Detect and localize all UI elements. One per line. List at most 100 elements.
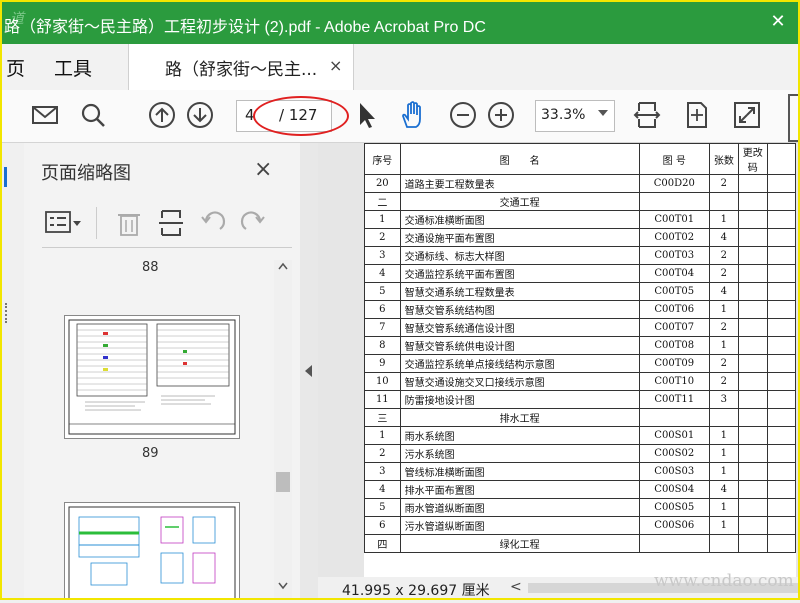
thumbnail-scrollbar[interactable] [274, 260, 292, 598]
cell-revision [737, 282, 768, 301]
cell-code: C00T01 [638, 210, 710, 229]
cell-revision [737, 444, 768, 463]
cell-name: 雨水管道纵断面图 [399, 498, 640, 517]
page-dimensions: 41.995 x 29.697 厘米 [342, 583, 490, 599]
pdf-page: 序号 图 名 图 号 张数 更改码 20 道路主要工程数量表 C00D20 2 二交通工… [364, 143, 797, 577]
cell-revision [737, 408, 768, 427]
cell-sheets [708, 408, 739, 427]
fit-page-icon[interactable] [682, 100, 712, 130]
cell-code: C00T11 [638, 390, 710, 409]
trash-icon[interactable] [114, 209, 144, 237]
cell-sheets: 2 [708, 246, 739, 265]
toolbar: 4 / 127 33.3% [2, 90, 800, 143]
cell-code: C00T02 [638, 228, 710, 247]
cell-blank [766, 246, 797, 265]
cell-sheets: 2 [708, 318, 739, 337]
menu-item-tools[interactable]: 工具 [54, 54, 92, 81]
active-nav-indicator [4, 167, 7, 187]
document-tab-close-button[interactable]: × [329, 56, 342, 75]
cell-sheets: 1 [708, 498, 739, 517]
cell-sheets: 1 [708, 210, 739, 229]
cell-name: 交通标线、标志大样图 [399, 246, 640, 265]
scrollbar-thumb[interactable] [276, 472, 290, 492]
cell-seq: 2 [364, 444, 401, 463]
close-window-button[interactable]: ✕ [764, 8, 792, 36]
navigation-strip [2, 143, 25, 598]
rotate-left-icon[interactable] [198, 209, 228, 237]
chevron-down-icon [598, 110, 608, 116]
cell-name: 智慧交管系统结构图 [399, 300, 640, 319]
thumbnail-label-89: 89 [142, 446, 159, 461]
hand-tool-icon[interactable] [398, 100, 428, 130]
cell-revision [737, 228, 768, 247]
zoom-out-icon[interactable] [448, 100, 478, 130]
cell-blank [766, 318, 797, 337]
page-up-icon[interactable] [147, 100, 177, 130]
scroll-down-icon[interactable] [278, 582, 288, 590]
cell-seq: 2 [364, 228, 401, 247]
cell-revision [737, 318, 768, 337]
full-screen-icon[interactable] [732, 100, 762, 130]
page-thumbnail-89[interactable] [64, 315, 240, 439]
document-view[interactable]: 序号 图 名 图 号 张数 更改码 20 道路主要工程数量表 C00D20 2 二交通工… [318, 143, 798, 577]
cell-code [638, 534, 710, 553]
scroll-up-icon[interactable] [278, 262, 288, 270]
cell-code: C00S04 [638, 480, 710, 499]
search-icon[interactable] [78, 100, 108, 130]
thumbnail-label-88: 88 [142, 260, 159, 275]
rotate-right-icon[interactable] [238, 209, 268, 237]
mail-icon[interactable] [30, 100, 60, 130]
cell-blank [766, 516, 797, 535]
cell-seq: 9 [364, 354, 401, 373]
cell-code: C00S02 [638, 444, 710, 463]
zoom-in-icon[interactable] [486, 100, 516, 130]
window-title: 路（舒家街～民主路）工程初步设计 (2).pdf - Adobe Acrobat… [4, 19, 486, 36]
cell-blank [766, 444, 797, 463]
page-number-box[interactable]: 4 / 127 [236, 100, 332, 132]
cell-revision [737, 516, 768, 535]
cell-code: C00T08 [638, 336, 710, 355]
cell-code: C00T10 [638, 372, 710, 391]
panel-close-button[interactable]: × [254, 157, 272, 182]
cell-name: 交通设施平面布置图 [399, 228, 640, 247]
cell-sheets [708, 192, 739, 211]
table-row: 5 雨水管道纵断面图 C00S05 1 [364, 498, 797, 517]
current-page-input[interactable]: 4 [245, 106, 255, 124]
panel-collapse-handle[interactable] [300, 143, 318, 598]
header-revision: 更改码 [737, 143, 768, 175]
cell-code: C00S01 [638, 426, 710, 445]
insert-pages-icon[interactable] [156, 209, 186, 237]
drag-handle-icon[interactable] [5, 303, 9, 323]
cell-sheets: 1 [708, 516, 739, 535]
panel-divider [42, 247, 292, 248]
chevron-left-icon[interactable] [305, 365, 313, 377]
cell-revision [737, 390, 768, 409]
cell-sheets: 4 [708, 480, 739, 499]
thumbnail-options-icon[interactable] [44, 209, 84, 237]
cell-sheets [708, 534, 739, 553]
select-arrow-icon[interactable] [352, 100, 382, 130]
table-row: 3 交通标线、标志大样图 C00T03 2 [364, 246, 797, 265]
table-row: 6 污水管道纵断面图 C00S06 1 [364, 516, 797, 535]
cell-sheets: 1 [708, 336, 739, 355]
page-down-icon[interactable] [185, 100, 215, 130]
cell-name: 污水管道纵断面图 [399, 516, 640, 535]
page-thumbnail-90[interactable] [64, 502, 240, 600]
cell-name: 防雷接地设计图 [399, 390, 640, 409]
cell-blank [766, 264, 797, 283]
toolbar-overflow[interactable] [788, 94, 800, 142]
scroll-left-button[interactable]: < [510, 579, 522, 595]
cell-sheets: 2 [708, 354, 739, 373]
table-row: 7 智慧交管系统通信设计图 C00T07 2 [364, 318, 797, 337]
cell-seq: 1 [364, 426, 401, 445]
cell-blank [766, 390, 797, 409]
document-tab[interactable]: 路（舒家街～民主... × [128, 44, 354, 90]
cell-sheets: 1 [708, 426, 739, 445]
table-row: 11 防雷接地设计图 C00T11 3 [364, 390, 797, 409]
fit-width-icon[interactable] [632, 100, 662, 130]
cell-sheets: 4 [708, 228, 739, 247]
menu-item-home[interactable]: 页 [6, 54, 25, 81]
zoom-select[interactable]: 33.3% [535, 100, 615, 132]
table-row: 6 智慧交管系统结构图 C00T06 1 [364, 300, 797, 319]
cell-blank [766, 336, 797, 355]
